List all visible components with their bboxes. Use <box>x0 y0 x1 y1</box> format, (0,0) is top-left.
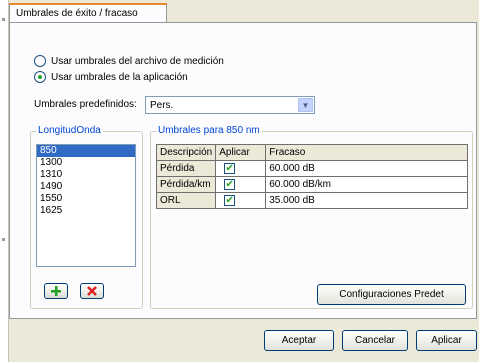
column-header: Aplicar <box>215 144 267 161</box>
fail-value[interactable]: 60.000 dB/km <box>265 176 468 193</box>
tab-thresholds[interactable]: Umbrales de éxito / fracaso <box>9 3 167 23</box>
close-icon <box>87 286 97 296</box>
chevron-down-icon[interactable]: ▼ <box>298 98 313 112</box>
button-label: Cancelar <box>354 335 396 346</box>
list-item[interactable]: 1310 <box>37 169 135 181</box>
default-config-button[interactable]: Configuraciones Predet <box>317 284 466 305</box>
apply-checkbox[interactable]: ✔ <box>224 163 236 174</box>
column-header: Descripción <box>155 144 217 161</box>
radio-from-file[interactable]: Usar umbrales del archivo de medición <box>34 55 224 67</box>
table-row: Pérdida ✔ 60.000 dB <box>155 160 468 177</box>
table-header-row: Descripción Aplicar Fracaso <box>155 144 468 161</box>
list-item[interactable]: 1490 <box>37 181 135 193</box>
list-item[interactable]: 1550 <box>37 193 135 205</box>
apply-checkbox[interactable]: ✔ <box>224 195 236 206</box>
radio-from-app[interactable]: Usar umbrales de la aplicación <box>34 71 188 83</box>
fail-value[interactable]: 35.000 dB <box>265 192 468 209</box>
row-description: Pérdida/km <box>155 176 217 193</box>
thresholds-legend: Umbrales para 850 nm <box>156 125 262 136</box>
apply-cell: ✔ <box>215 160 267 177</box>
radio-label: Usar umbrales de la aplicación <box>51 71 188 83</box>
list-item[interactable]: 1300 <box>37 157 135 169</box>
preset-select[interactable]: Pers. ▼ <box>145 96 315 114</box>
add-button[interactable] <box>44 283 68 299</box>
row-description: Pérdida <box>155 160 217 177</box>
tab-label: Umbrales de éxito / fracaso <box>16 8 138 19</box>
radio-button-selected[interactable] <box>34 71 46 83</box>
apply-checkbox[interactable]: ✔ <box>224 179 236 190</box>
preset-label: Umbrales predefinidos: <box>34 99 137 110</box>
wavelength-legend: LongitudOnda <box>36 125 103 136</box>
apply-cell: ✔ <box>215 176 267 193</box>
left-dot <box>2 18 5 21</box>
wavelength-list[interactable]: 850 1300 1310 1490 1550 1625 <box>36 144 136 267</box>
left-strip <box>0 0 8 362</box>
cancel-button[interactable]: Cancelar <box>342 330 408 351</box>
accept-button[interactable]: Aceptar <box>264 330 334 351</box>
thresholds-table: Descripción Aplicar Fracaso Pérdida ✔ 60… <box>155 144 468 209</box>
button-label: Aceptar <box>281 335 317 346</box>
table-row: Pérdida/km ✔ 60.000 dB/km <box>155 176 468 193</box>
left-dot <box>2 238 5 241</box>
table-row: ORL ✔ 35.000 dB <box>155 192 468 209</box>
fail-value[interactable]: 60.000 dB <box>265 160 468 177</box>
list-item[interactable]: 1625 <box>37 205 135 217</box>
plus-icon <box>51 286 61 296</box>
button-label: Configuraciones Predet <box>339 289 444 300</box>
radio-label: Usar umbrales del archivo de medición <box>51 55 224 67</box>
list-item[interactable]: 850 <box>37 145 135 157</box>
column-header: Fracaso <box>265 144 468 161</box>
apply-button[interactable]: Aplicar <box>416 330 477 351</box>
row-description: ORL <box>155 192 217 209</box>
button-label: Aplicar <box>431 335 462 346</box>
remove-button[interactable] <box>80 283 104 299</box>
preset-value: Pers. <box>150 100 174 111</box>
apply-cell: ✔ <box>215 192 267 209</box>
radio-button[interactable] <box>34 55 46 67</box>
